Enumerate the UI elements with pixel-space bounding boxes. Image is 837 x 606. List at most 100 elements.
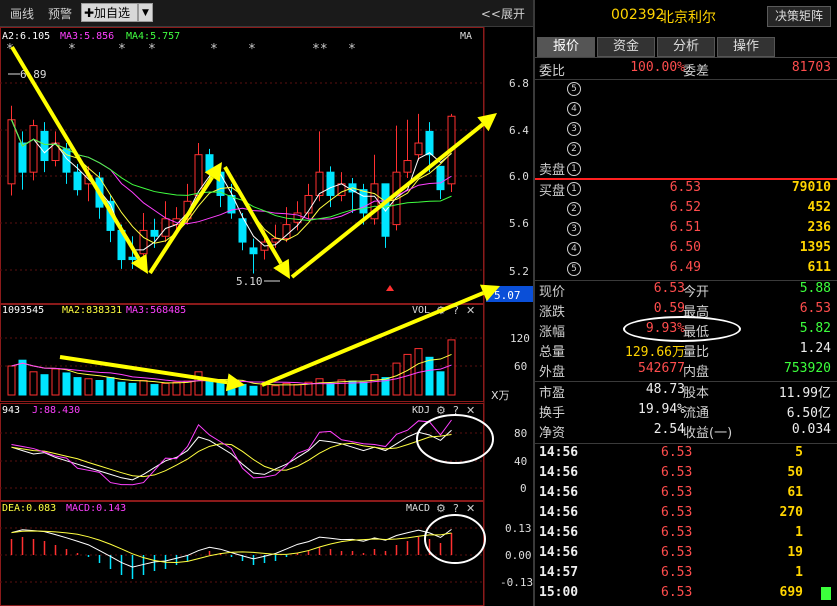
macd-histogram — [10, 528, 453, 579]
macd-highlight-circle — [424, 514, 486, 564]
alert-button[interactable]: 预警 — [48, 5, 72, 22]
star-marker: * — [118, 42, 126, 57]
trade-price: 6.53 — [661, 445, 693, 460]
bid-volume: 1395 — [799, 240, 831, 255]
macd-dea-line — [11, 530, 452, 564]
ma-tag: MA — [460, 31, 472, 42]
stat-value: 48.73 — [645, 382, 685, 397]
stat-row: 外盘 542677 内盘 753920 — [535, 360, 837, 380]
volume-bar — [315, 378, 324, 396]
macd-dif-line — [11, 528, 452, 568]
weicha-value: 81703 — [791, 60, 831, 75]
candle-body — [73, 171, 82, 191]
bid-price: 6.53 — [669, 180, 701, 195]
candle-body — [381, 183, 390, 237]
stat-value: 0.59 — [653, 301, 685, 316]
chevron-down-icon[interactable]: ▼ — [138, 3, 153, 22]
vol-legend-value: 1093545 — [2, 305, 44, 316]
kline-chart-area[interactable]: A2:6.105 MA3:5.856 MA4:5.757 MA 1093545 … — [0, 27, 533, 606]
kdj-line — [11, 419, 452, 486]
volume-bar — [183, 380, 192, 396]
volume-bar — [62, 372, 71, 396]
candle-body — [436, 165, 445, 191]
trade-row: 14:56 6.53 270 — [535, 504, 837, 524]
star-marker: * — [68, 42, 76, 57]
volume-bar — [205, 379, 214, 396]
sell-level-row: 3 — [535, 119, 837, 139]
decision-matrix-button[interactable]: 决策矩阵 — [767, 6, 831, 27]
volume-bar — [436, 371, 445, 396]
chart-toolbar: 画线 预警 ✚加自选 ▼ <<展开 — [0, 0, 533, 27]
help-icon[interactable]: ? — [453, 502, 459, 515]
expand-button[interactable]: <<展开 — [481, 5, 525, 22]
stat-row: 总量 129.66万 量比 1.24 — [535, 340, 837, 360]
star-marker: * — [348, 42, 356, 57]
trade-time: 14:56 — [539, 445, 579, 460]
change-percent-circle — [623, 316, 741, 342]
trade-volume: 699 — [779, 585, 803, 600]
close-icon[interactable]: ✕ — [466, 404, 475, 417]
trade-time: 14:56 — [539, 525, 579, 540]
price-tick: 6.0 — [509, 170, 529, 183]
close-icon[interactable]: ✕ — [466, 502, 475, 515]
stat-label: 量比 — [683, 345, 710, 360]
sell-level-row: 4 — [535, 99, 837, 119]
trade-direction-icon — [821, 567, 831, 580]
trade-price: 6.53 — [661, 525, 693, 540]
vol-ma2-legend: MA2:838331 — [62, 305, 122, 316]
trade-volume: 5 — [795, 445, 803, 460]
stat-value: 1.24 — [799, 341, 831, 356]
tab-quote[interactable]: 报价 — [537, 37, 595, 57]
trade-volume: 50 — [787, 465, 803, 480]
volume-bar — [161, 382, 170, 396]
tab-operation[interactable]: 操作 — [717, 37, 775, 57]
sell-level-row: 2 — [535, 139, 837, 159]
candle-body — [18, 142, 27, 173]
kline-chart[interactable]: A2:6.105 MA3:5.856 MA4:5.757 MA 1093545 … — [0, 27, 533, 606]
trade-direction-icon — [821, 587, 831, 600]
trade-direction-icon — [821, 547, 831, 560]
annotation-arrow — [290, 122, 485, 279]
macd-tick: -0.13 — [500, 576, 533, 589]
close-icon[interactable]: ✕ — [466, 304, 475, 317]
price-tick: 6.8 — [509, 77, 529, 90]
ma4-legend: MA4:5.757 — [126, 31, 180, 42]
tab-funds[interactable]: 资金 — [597, 37, 655, 57]
quote-header: 002392 北京利尔 决策矩阵 — [535, 0, 837, 33]
level-number: 5 — [567, 262, 581, 276]
trade-time: 14:56 — [539, 505, 579, 520]
trade-volume: 270 — [779, 505, 803, 520]
macd-legend: MACD:0.143 — [66, 503, 126, 514]
vol-tick: 120 — [510, 332, 530, 345]
candle-body — [282, 224, 291, 240]
stock-code: 002392 — [611, 7, 665, 23]
kdj-legend-value: 943 — [2, 405, 20, 416]
price-tick: 5.6 — [509, 217, 529, 230]
kdj-tick: 40 — [514, 455, 527, 468]
bid-volume: 611 — [807, 260, 831, 275]
annotation-arrows — [10, 45, 500, 392]
current-price-tag: 5.07 — [494, 289, 521, 302]
stat-value: 19.94% — [638, 402, 685, 417]
add-watchlist-button[interactable]: ✚加自选 — [81, 3, 138, 22]
stat-value: 542677 — [638, 361, 685, 376]
draw-line-button[interactable]: 画线 — [10, 5, 34, 22]
gear-icon[interactable]: ⚙ — [436, 502, 446, 515]
volume-bar — [271, 385, 280, 396]
volume-bar — [7, 365, 16, 396]
trade-price: 6.53 — [661, 485, 693, 500]
bid-volume: 236 — [807, 220, 831, 235]
stat-label: 市盈 — [539, 386, 566, 401]
trade-time: 15:00 — [539, 585, 579, 600]
candle-body — [249, 247, 258, 255]
volume-bar — [95, 380, 104, 396]
level-number: 3 — [567, 122, 581, 136]
trade-price: 6.53 — [661, 545, 693, 560]
trade-volume: 1 — [795, 565, 803, 580]
tab-analysis[interactable]: 分析 — [657, 37, 715, 57]
trade-direction-icon — [821, 527, 831, 540]
price-tick: 6.4 — [509, 124, 529, 137]
volume-bar — [128, 382, 137, 396]
trade-row: 14:56 6.53 5 — [535, 444, 837, 464]
sell-level-row: 5 — [535, 79, 837, 99]
